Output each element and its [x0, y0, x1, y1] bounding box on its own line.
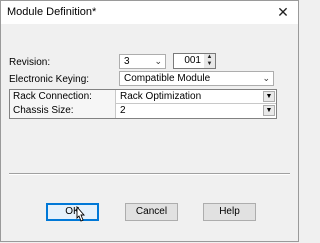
module-definition-dialog: Module Definition* ✕ Revision: 3 ⌄ 001 ▲…: [0, 0, 299, 242]
spin-down-icon[interactable]: ▼: [204, 61, 215, 68]
electronic-keying-select[interactable]: Compatible Module ⌄: [119, 71, 274, 86]
property-grid: Rack Connection: Rack Optimization ▼ Cha…: [9, 89, 277, 119]
chevron-down-icon[interactable]: ▼: [263, 91, 275, 102]
chassis-size-value[interactable]: 2: [120, 104, 126, 117]
mouse-cursor-icon: [76, 206, 85, 222]
divider: [9, 173, 290, 175]
window-title: Module Definition*: [7, 6, 97, 18]
ok-button[interactable]: OK: [46, 203, 99, 221]
chassis-size-label: Chassis Size:: [10, 104, 116, 118]
chevron-down-icon: ⌄: [262, 73, 270, 83]
chevron-down-icon[interactable]: ▼: [263, 105, 275, 116]
revision-minor-spinner[interactable]: 001 ▲ ▼: [173, 53, 216, 69]
electronic-keying-value: Compatible Module: [124, 73, 211, 84]
grid-row: Rack Connection: Rack Optimization ▼: [10, 90, 276, 104]
chevron-down-icon: ⌄: [154, 56, 162, 66]
grid-row: Chassis Size: 2 ▼: [10, 104, 276, 118]
spin-up-icon[interactable]: ▲: [204, 54, 215, 61]
help-button[interactable]: Help: [203, 203, 256, 221]
revision-label: Revision:: [9, 57, 51, 68]
rack-connection-label: Rack Connection:: [10, 90, 116, 104]
revision-major-select[interactable]: 3 ⌄: [119, 54, 166, 69]
electronic-keying-label: Electronic Keying:: [9, 74, 90, 85]
cancel-button[interactable]: Cancel: [125, 203, 178, 221]
rack-connection-value[interactable]: Rack Optimization: [120, 90, 201, 103]
revision-major-value: 3: [124, 56, 130, 67]
title-bar: Module Definition* ✕: [1, 1, 298, 24]
close-icon[interactable]: ✕: [272, 3, 294, 21]
revision-minor-value: 001: [184, 55, 201, 66]
